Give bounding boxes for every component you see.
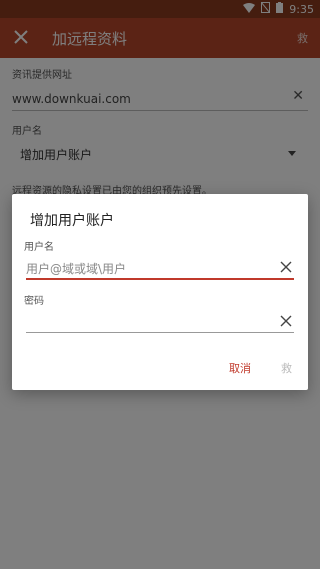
username-clear-icon[interactable]: [280, 258, 292, 273]
dialog-save-button[interactable]: 救: [281, 360, 292, 376]
dialog-username-label: 用户名: [24, 242, 54, 253]
cancel-button[interactable]: 取消: [229, 360, 251, 376]
dialog-password-label: 密码: [24, 296, 44, 307]
dialog-title: 增加用户账户: [30, 213, 114, 229]
dialog-actions: 取消 救: [229, 360, 292, 376]
dialog-username-input[interactable]: 用户@域或域\用户: [26, 256, 294, 280]
add-user-account-dialog: 增加用户账户 用户名 用户@域或域\用户 密码 取消 救: [12, 194, 308, 390]
password-clear-icon[interactable]: [280, 312, 292, 327]
dialog-password-input[interactable]: [26, 310, 294, 333]
dialog-username-placeholder: 用户@域或域\用户: [26, 262, 127, 276]
